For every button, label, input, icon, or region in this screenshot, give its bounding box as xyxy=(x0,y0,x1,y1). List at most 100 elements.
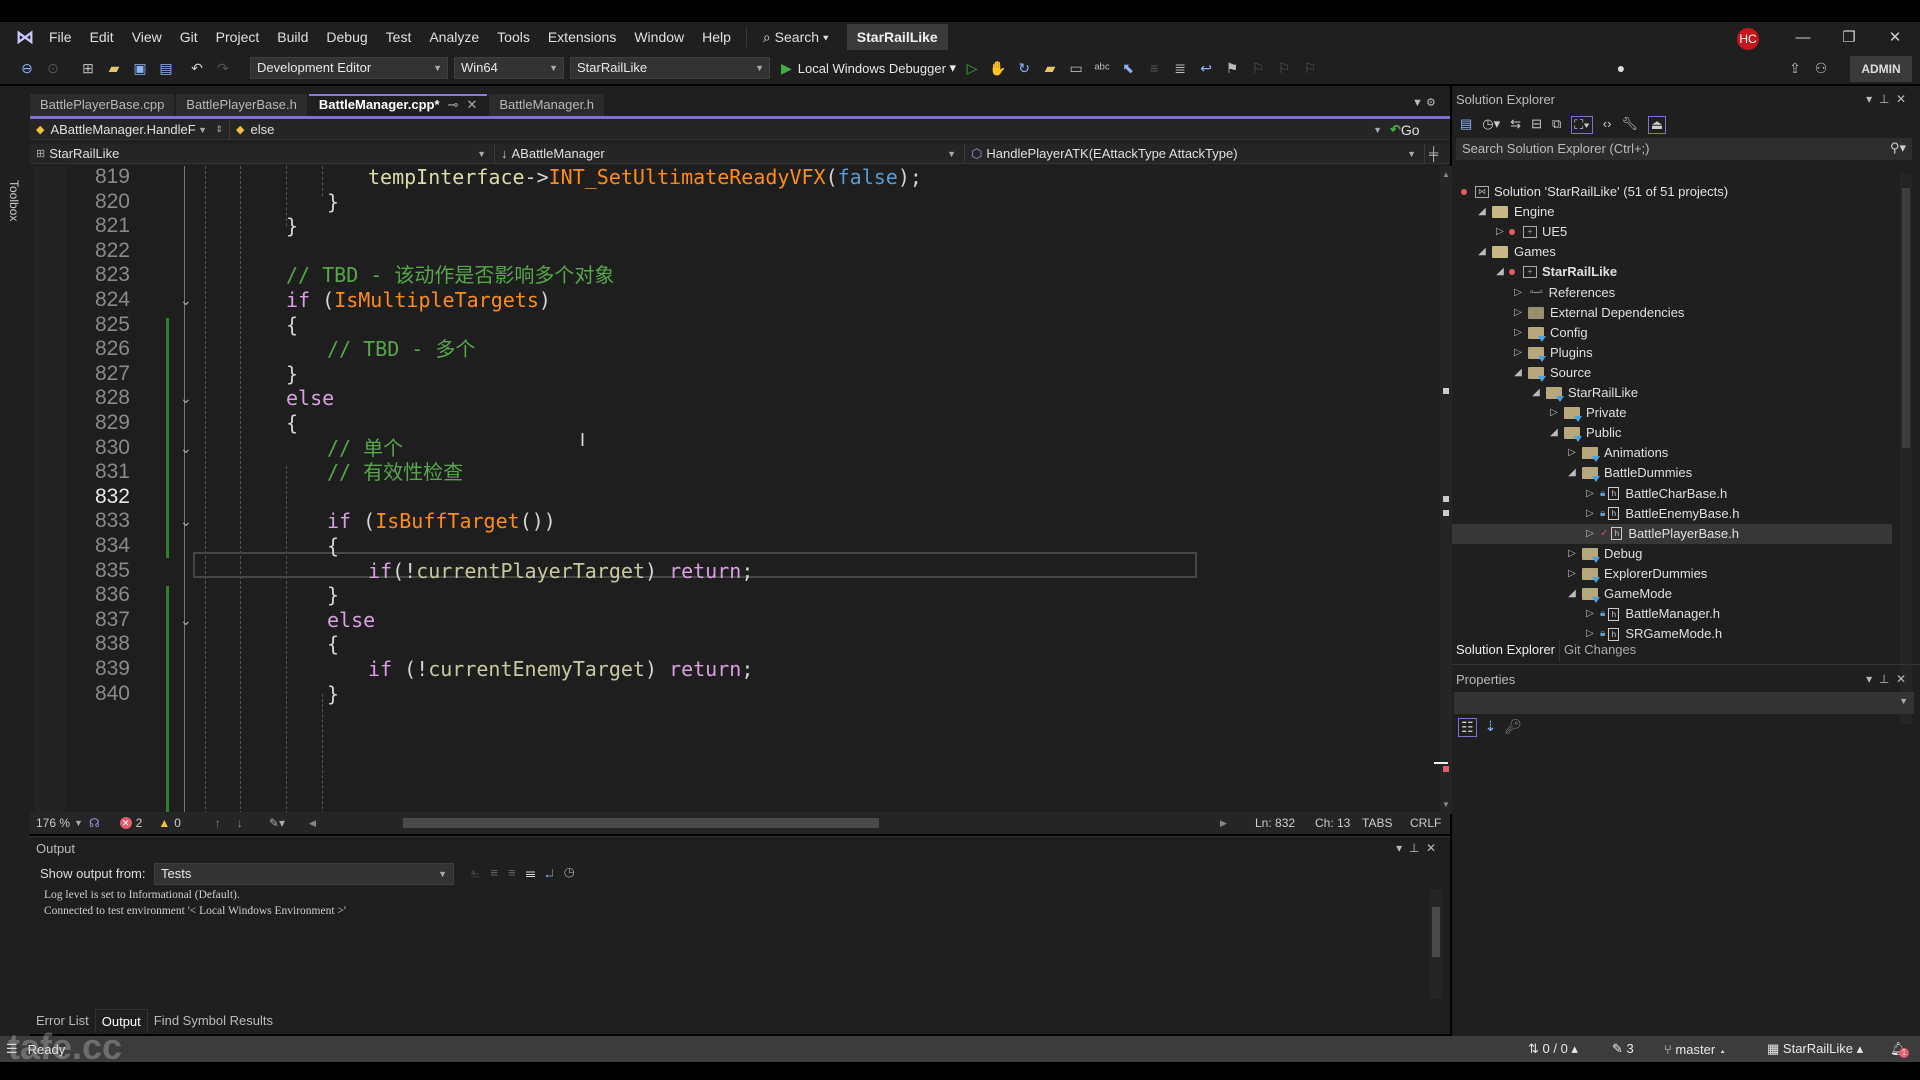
find-message-icon[interactable]: ⎁ xyxy=(470,865,490,880)
output-source-dropdown[interactable]: Tests ▼ xyxy=(154,863,454,885)
menu-build[interactable]: Build xyxy=(268,24,317,50)
property-pages-icon[interactable]: 🔑︎ xyxy=(1504,718,1522,737)
tree-item[interactable]: ▷ 🔒︎ h BattleCharBase.h xyxy=(1452,484,1892,504)
collapsed-icon[interactable]: ▷ xyxy=(1512,303,1524,323)
menu-tools[interactable]: Tools xyxy=(488,24,539,50)
collapsed-icon[interactable]: ▷ xyxy=(1584,504,1596,524)
save-all-icon[interactable]: ▤ xyxy=(156,58,176,78)
expanded-icon[interactable]: ◢ xyxy=(1476,242,1488,262)
step-icon[interactable]: ⬉ xyxy=(1118,58,1138,78)
timestamp-icon[interactable]: ◷ xyxy=(564,865,584,880)
tab-battlemanager-h[interactable]: BattleManager.h xyxy=(489,94,605,116)
split-editor-icon[interactable]: ╪ xyxy=(1429,146,1438,161)
tree-item[interactable]: ▷ + UE5 xyxy=(1452,222,1892,242)
code-view-icon[interactable]: ‹› xyxy=(1603,116,1612,134)
switch-views-icon[interactable]: ▤ xyxy=(1460,116,1472,134)
indent-mode[interactable]: TABS xyxy=(1362,816,1392,830)
tab-find-symbol-results[interactable]: Find Symbol Results xyxy=(148,1009,279,1033)
clear-bookmarks-icon[interactable]: ⚐ xyxy=(1300,58,1320,78)
word-wrap-icon[interactable]: ↵ xyxy=(545,865,564,880)
start-debugger-button[interactable]: ▶ Local Windows Debugger ▾ xyxy=(781,60,956,77)
output-scrollbar[interactable] xyxy=(1430,889,1442,999)
toolbox-tab[interactable]: Toolbox xyxy=(7,180,21,221)
scroll-left-icon[interactable]: ◀ xyxy=(309,818,316,829)
configuration-dropdown[interactable]: Development Editor ▼ xyxy=(250,57,448,79)
expanded-icon[interactable]: ◢ xyxy=(1566,463,1578,483)
back-icon[interactable]: ⊖ xyxy=(17,58,37,78)
categorized-icon[interactable]: ☷ xyxy=(1458,718,1477,737)
properties-wrench-icon[interactable]: 🔧︎ xyxy=(1621,116,1638,134)
open-file-icon[interactable]: ▰ xyxy=(104,58,124,78)
spell-check-icon[interactable]: ᵃᵇᶜ xyxy=(1092,58,1112,78)
intellicode-icon[interactable]: ☊ xyxy=(89,816,100,830)
menu-git[interactable]: Git xyxy=(171,24,207,50)
save-icon[interactable]: ▣ xyxy=(130,58,150,78)
new-project-icon[interactable]: ⊞ xyxy=(78,58,98,78)
collapsed-icon[interactable]: ▷ xyxy=(1566,443,1578,463)
member-dropdown[interactable]: ⬡ HandlePlayerATK(EAttackType AttackType)… xyxy=(965,143,1425,164)
collapsed-icon[interactable]: ▷ xyxy=(1584,524,1596,544)
block-dropdown[interactable]: ◆ else ▼ xyxy=(230,120,1390,140)
tree-item[interactable]: ◢ Source xyxy=(1452,363,1892,383)
next-bookmark-icon[interactable]: ⚐ xyxy=(1274,58,1294,78)
notifications-button[interactable]: 🔔︎ 1 xyxy=(1890,1041,1909,1058)
redo-icon[interactable]: ↷ xyxy=(213,58,233,78)
output-text[interactable]: Log level is set to Informational (Defau… xyxy=(44,887,1414,1007)
tab-battlemanager-cpp-[interactable]: BattleManager.cpp* ⊸ ✕ xyxy=(308,94,488,116)
uncomment-icon[interactable]: ↩ xyxy=(1196,58,1216,78)
outline-icon[interactable]: ≡ xyxy=(1144,58,1164,78)
collapsed-icon[interactable]: ▷ xyxy=(1512,283,1524,303)
close-window-button[interactable]: ✕ xyxy=(1872,24,1918,52)
close-icon[interactable]: ✕ xyxy=(1896,92,1906,106)
tree-item[interactable]: ▷ ✓ h BattlePlayerBase.h xyxy=(1452,523,1892,544)
editor-vertical-scrollbar[interactable]: ▲ ▼ xyxy=(1434,166,1452,814)
tree-item[interactable]: ◢ Engine xyxy=(1452,202,1892,222)
collapsed-icon[interactable]: ▷ xyxy=(1566,564,1578,584)
hot-reload-icon[interactable]: ↻ xyxy=(1014,58,1034,78)
window-layout-icon[interactable]: ▭ xyxy=(1066,58,1086,78)
error-count[interactable]: 2 xyxy=(136,816,143,830)
collapsed-icon[interactable]: ▷ xyxy=(1512,343,1524,363)
properties-object-dropdown[interactable]: ▼ xyxy=(1454,692,1914,714)
collapsed-icon[interactable]: ▷ xyxy=(1494,222,1506,242)
tree-item[interactable]: ◢ GameMode xyxy=(1452,584,1892,604)
menu-file[interactable]: File xyxy=(40,24,81,50)
filter-icon[interactable]: ⛶▾ xyxy=(1571,116,1593,134)
next-issue-icon[interactable]: ↓ xyxy=(237,816,243,830)
menu-extensions[interactable]: Extensions xyxy=(539,24,625,50)
editor-horizontal-scrollbar[interactable] xyxy=(403,818,879,828)
expanded-icon[interactable]: ◢ xyxy=(1530,383,1542,403)
close-icon[interactable]: ✕ xyxy=(1896,672,1906,686)
tab-overflow-icon[interactable]: ▼ ⚙ xyxy=(1412,96,1436,109)
tree-item[interactable]: ◢ + StarRailLike xyxy=(1452,262,1892,282)
preview-selected-icon[interactable]: ⏏ xyxy=(1647,116,1667,134)
pending-edits[interactable]: ✎ 3 xyxy=(1612,1041,1634,1057)
expanded-icon[interactable]: ◢ xyxy=(1512,363,1524,383)
menu-test[interactable]: Test xyxy=(377,24,421,50)
chevron-down-icon[interactable]: ▼ xyxy=(74,818,83,828)
expanded-icon[interactable]: ◢ xyxy=(1566,584,1578,604)
scope-spinner-icon[interactable]: ⇕ xyxy=(215,124,223,135)
clear-all-icon[interactable]: ☰ xyxy=(526,865,546,880)
menu-edit[interactable]: Edit xyxy=(81,24,123,50)
tree-item[interactable]: ◢ BattleDummies xyxy=(1452,463,1892,483)
menu-window[interactable]: Window xyxy=(625,24,693,50)
restore-button[interactable]: ❐ xyxy=(1826,24,1872,52)
chevron-down-icon[interactable]: ▾ xyxy=(1866,672,1872,686)
tree-item[interactable]: ⋈ Solution 'StarRailLike' (51 of 51 proje… xyxy=(1452,182,1892,202)
tree-item[interactable]: ▷ ExplorerDummies xyxy=(1452,564,1892,584)
sync-status[interactable]: ⇅ 0 / 0 ▴ xyxy=(1528,1041,1578,1057)
tab-git-changes[interactable]: Git Changes xyxy=(1560,640,1640,662)
tab-solution-explorer[interactable]: Solution Explorer xyxy=(1452,640,1560,662)
chevron-down-icon[interactable]: ▾ xyxy=(1396,841,1402,855)
scope-dropdown[interactable]: ◆ ABattleManager.HandleF ▼ ⇕ xyxy=(30,119,230,140)
pending-changes-filter-icon[interactable]: ◷▾ xyxy=(1482,116,1500,134)
tab-battleplayerbase-h[interactable]: BattlePlayerBase.h xyxy=(176,94,307,116)
alphabetical-icon[interactable]: ⇣ xyxy=(1485,718,1497,737)
next-message-icon[interactable]: ≡ xyxy=(508,865,526,880)
menu-project[interactable]: Project xyxy=(207,24,269,50)
class-dropdown[interactable]: ↓ ABattleManager ▼ xyxy=(495,143,965,164)
collapsed-icon[interactable]: ▷ xyxy=(1512,323,1524,343)
close-icon[interactable]: ✕ xyxy=(1426,841,1436,855)
chevron-down-icon[interactable]: ▾ xyxy=(1866,92,1872,106)
